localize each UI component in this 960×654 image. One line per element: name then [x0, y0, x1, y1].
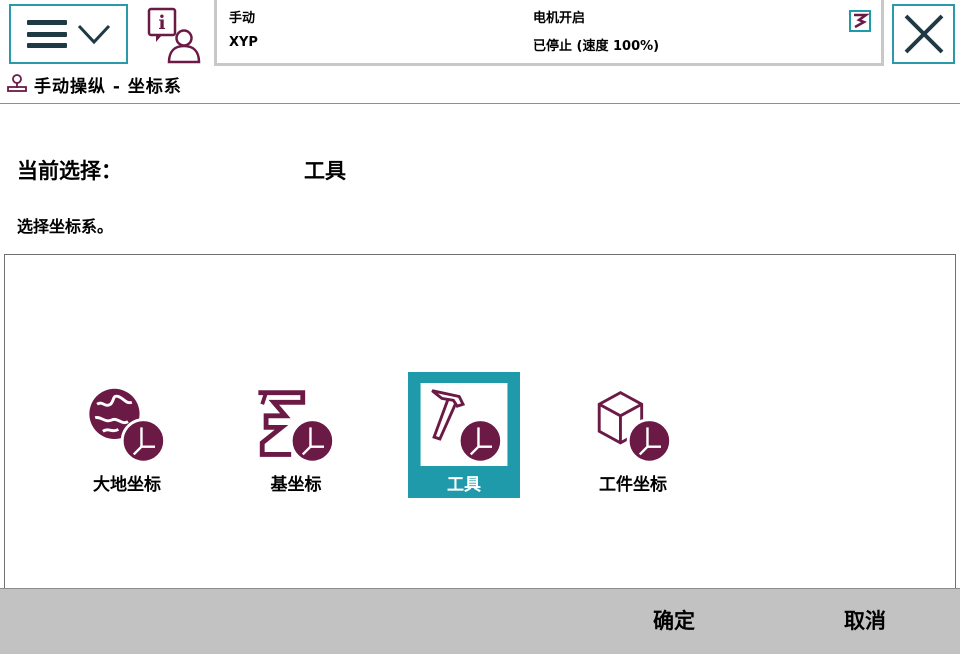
info-user-icon[interactable]: i [146, 6, 204, 64]
ok-button[interactable]: 确定 [604, 589, 744, 651]
current-selection-label: 当前选择： [17, 159, 122, 183]
tool-frame-icon [420, 383, 508, 466]
status-motor: 电机开启 [533, 11, 586, 26]
title-bar: 手动操纵 - 坐标系 [0, 68, 960, 104]
close-button[interactable] [892, 4, 955, 64]
bottom-action-bar: 确定 取消 [0, 588, 960, 654]
coord-option-tool[interactable]: 工具 [408, 372, 520, 498]
cancel-button[interactable]: 取消 [795, 589, 935, 651]
svg-text:i: i [158, 12, 165, 34]
coord-option-label: 工件坐标 [599, 475, 667, 495]
top-bar: i 手动 XYP 电机开启 已停止 (速度 100%) [0, 0, 960, 68]
current-selection-value: 工具 [304, 159, 346, 183]
main-menu-button[interactable] [9, 4, 128, 64]
hamburger-menu-icon [26, 20, 67, 48]
coord-option-base[interactable]: 基坐标 [243, 375, 349, 495]
world-frame-icon [89, 388, 167, 464]
coord-option-workobject[interactable]: 工件坐标 [580, 375, 686, 495]
coord-option-label: 大地坐标 [93, 475, 161, 495]
status-unit: XYP [229, 35, 258, 50]
coord-option-world[interactable]: 大地坐标 [74, 375, 180, 495]
base-frame-icon [258, 390, 336, 464]
page-title: 手动操纵 - 坐标系 [34, 77, 182, 97]
chevron-down-icon [77, 24, 110, 45]
status-state: 已停止 (速度 100%) [533, 39, 660, 54]
workobject-frame-icon [597, 391, 673, 464]
status-mode: 手动 [229, 11, 256, 26]
status-panel[interactable]: 手动 XYP 电机开启 已停止 (速度 100%) [214, 0, 884, 66]
jog-icon [7, 74, 27, 92]
instruction-text: 选择坐标系。 [17, 217, 114, 236]
coord-option-label: 工具 [447, 475, 481, 495]
coord-option-label: 基坐标 [270, 475, 322, 495]
coordinate-system-list: 大地坐标 基坐标 工具 工件坐标 [4, 254, 956, 588]
robot-status-icon [849, 10, 871, 32]
close-icon [904, 14, 943, 54]
